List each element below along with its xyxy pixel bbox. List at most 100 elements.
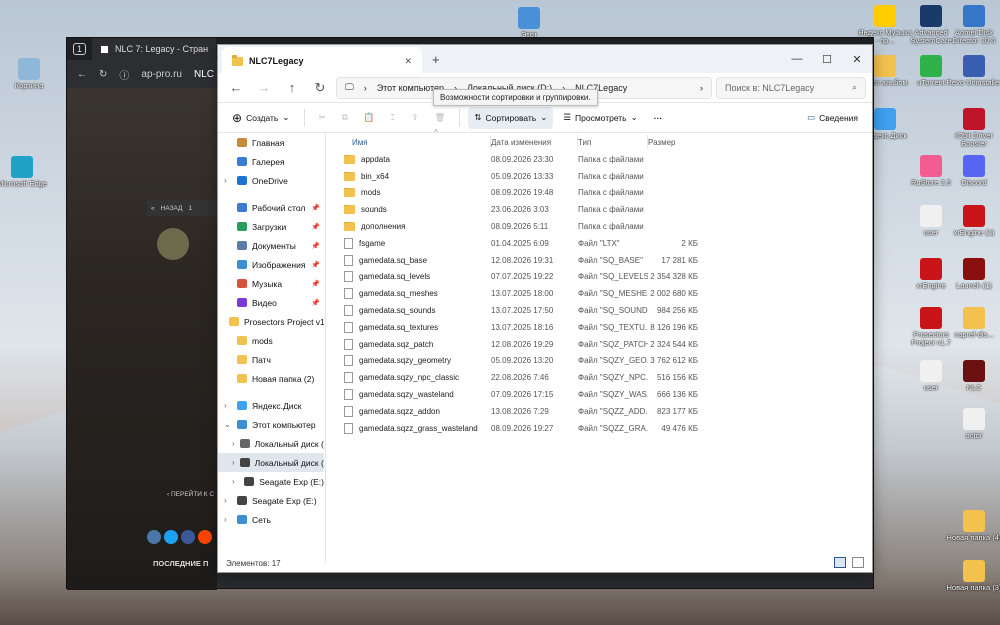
- desktop-icon[interactable]: Корзина: [0, 58, 58, 90]
- details-view-icon[interactable]: [833, 556, 846, 568]
- file-row[interactable]: sounds 23.06.2026 3:03 Папка с файлами: [336, 201, 872, 218]
- file-row[interactable]: gamedata.sqzy_wasteland 07.09.2026 17:15 Ф…: [336, 386, 872, 403]
- up-arrow-icon[interactable]: ↑: [280, 77, 304, 99]
- sidebar-item[interactable]: Видео 📌: [218, 293, 324, 312]
- desktop-icon[interactable]: Новая папка (4): [945, 510, 1000, 542]
- sidebar-item[interactable]: › Сеть: [218, 510, 324, 529]
- column-date[interactable]: Дата изменения: [491, 135, 578, 149]
- sidebar-item[interactable]: Документы 📌: [218, 236, 324, 255]
- sidebar-item[interactable]: › Seagate Exp (E:): [218, 491, 324, 510]
- desktop-icon[interactable]: Этот: [500, 7, 558, 39]
- sidebar-item[interactable]: › Seagate Exp (E:): [218, 472, 324, 491]
- first-page-icon[interactable]: «: [151, 205, 155, 212]
- sidebar-item[interactable]: Патч: [218, 350, 324, 369]
- file-row[interactable]: gamedata.sqz_patch 12.08.2026 19:29 Файл "…: [336, 336, 872, 353]
- file-row[interactable]: gamedata.sqzz_grass_wasteland 08.09.2026 …: [336, 420, 872, 437]
- file-row[interactable]: fsgame 01.04.2025 6:09 Файл "LTX" 2 КБ: [336, 235, 872, 252]
- column-type[interactable]: Тип: [578, 135, 648, 149]
- file-row[interactable]: bin_x64 05.09.2026 13:33 Папка с файлами: [336, 168, 872, 185]
- desktop-icon[interactable]: actor: [945, 408, 1000, 440]
- minimize-icon[interactable]: —: [782, 53, 812, 65]
- chevron-icon[interactable]: ›: [224, 401, 232, 410]
- file-row[interactable]: gamedata.sqzy_npc_classic 22.08.2026 7:46…: [336, 369, 872, 386]
- sidebar-item[interactable]: Главная: [218, 133, 324, 152]
- desktop-icon[interactable]: Launch (1): [945, 258, 1000, 290]
- cut-button[interactable]: ✂: [313, 107, 332, 129]
- url-text[interactable]: ap-pro.ru: [141, 69, 182, 80]
- refresh-icon[interactable]: ↻: [308, 77, 332, 99]
- reddit-icon[interactable]: [198, 530, 212, 544]
- page-number[interactable]: 1: [188, 205, 192, 212]
- sidebar-item[interactable]: Изображения 📌: [218, 255, 324, 274]
- details-button[interactable]: ▭ Сведения: [801, 107, 864, 129]
- file-row[interactable]: gamedata.sq_textures 13.07.2025 18:16 Файл…: [336, 319, 872, 336]
- desktop-icon[interactable]: Aomei Disk Director 10.0: [945, 5, 1000, 46]
- chevron-icon[interactable]: ›: [232, 439, 235, 448]
- search-input[interactable]: Поиск в: NLC7Legacy ⌕: [716, 76, 866, 99]
- chevron-icon[interactable]: ›: [232, 458, 235, 467]
- close-tab-icon[interactable]: ✕: [404, 56, 412, 67]
- sidebar-item[interactable]: › Локальный диск (D:): [218, 453, 324, 472]
- desktop-icon[interactable]: capref-dis...: [945, 307, 1000, 339]
- desktop-icon[interactable]: IObit Driver Booster: [945, 108, 1000, 149]
- pane-divider[interactable]: [325, 133, 326, 563]
- more-options-button[interactable]: ···: [648, 107, 669, 129]
- explorer-tab[interactable]: NLC7Legacy ✕: [222, 47, 422, 75]
- desktop-icon[interactable]: Новая папка (3): [945, 560, 1000, 592]
- desktop-icon[interactable]: NLC: [945, 360, 1000, 392]
- desktop-icon[interactable]: Revo Uninstaller: [945, 55, 1000, 87]
- paste-button[interactable]: 📋: [358, 107, 381, 129]
- share-button[interactable]: ⇪: [405, 107, 424, 129]
- chevron-icon[interactable]: ›: [224, 515, 232, 524]
- column-size[interactable]: Размер: [648, 135, 700, 149]
- file-row[interactable]: appdata 08.09.2026 23:30 Папка с файлами: [336, 151, 872, 168]
- sort-button[interactable]: ⇅ Сортировать ⌄: [468, 106, 554, 129]
- file-row[interactable]: gamedata.sq_levels 07.07.2025 19:22 Файл "…: [336, 269, 872, 286]
- file-row[interactable]: gamedata.sqzz_addon 13.08.2026 7:29 Файл "…: [336, 403, 872, 420]
- twitter-icon[interactable]: [164, 530, 178, 544]
- rename-button[interactable]: ⌶: [384, 107, 401, 129]
- forward-arrow-icon[interactable]: →: [252, 77, 276, 99]
- site-info-icon[interactable]: ⓘ: [119, 67, 129, 82]
- facebook-icon[interactable]: [181, 530, 195, 544]
- new-tab-icon[interactable]: +: [432, 52, 440, 67]
- create-button[interactable]: ⊕ Создать ⌄: [226, 107, 296, 129]
- sidebar-item[interactable]: ⌄ Этот компьютер: [218, 415, 324, 434]
- sidebar-item[interactable]: Загрузки 📌: [218, 217, 324, 236]
- sidebar-item[interactable]: Музыка 📌: [218, 274, 324, 293]
- file-row[interactable]: gamedata.sq_meshes 13.07.2025 18:00 Файл "…: [336, 285, 872, 302]
- file-row[interactable]: mods 08.09.2026 19:48 Папка с файлами: [336, 185, 872, 202]
- file-row[interactable]: дополнения 08.09.2026 5:11 Папка с файлами: [336, 218, 872, 235]
- delete-button[interactable]: 🗑: [429, 107, 452, 129]
- sidebar-item[interactable]: Рабочий стол 📌: [218, 198, 324, 217]
- back-link[interactable]: НАЗАД: [161, 205, 183, 212]
- desktop-icon[interactable]: xrEngine (1): [945, 205, 1000, 237]
- desktop-icon[interactable]: Discord: [945, 155, 1000, 187]
- browser-tab-counter[interactable]: 1: [67, 38, 93, 60]
- view-button[interactable]: ☰ Просмотреть ⌄: [557, 107, 643, 129]
- desktop-icon[interactable]: Microsoft Edge: [0, 156, 51, 188]
- browser-tab[interactable]: NLC 7: Legacy - Стран: [92, 38, 217, 60]
- sidebar-item[interactable]: › Локальный диск (C:): [218, 434, 324, 453]
- sidebar-item[interactable]: mods: [218, 331, 324, 350]
- sidebar-item[interactable]: › OneDrive: [218, 171, 324, 190]
- back-arrow-icon[interactable]: ←: [224, 77, 248, 99]
- copy-button[interactable]: ⧉: [336, 107, 354, 129]
- sidebar-item[interactable]: Новая папка (2): [218, 369, 324, 388]
- chevron-icon[interactable]: ›: [232, 477, 239, 486]
- file-row[interactable]: gamedata.sq_base 12.08.2026 19:31 Файл "SQ…: [336, 252, 872, 269]
- chevron-icon[interactable]: ›: [224, 496, 232, 505]
- reload-icon[interactable]: ↻: [99, 69, 107, 80]
- chevron-icon[interactable]: ⌄: [224, 420, 232, 429]
- file-row[interactable]: gamedata.sqzy_geometry 05.09.2026 13:20 Фа…: [336, 353, 872, 370]
- column-name[interactable]: Имя: [336, 135, 491, 149]
- file-row[interactable]: gamedata.sq_sounds 13.07.2025 17:50 Файл "…: [336, 302, 872, 319]
- prev-topic-link[interactable]: ‹ ПЕРЕЙТИ К С: [167, 491, 214, 498]
- vk-icon[interactable]: [147, 530, 161, 544]
- avatar[interactable]: [157, 228, 189, 260]
- tiles-view-icon[interactable]: [852, 556, 864, 568]
- sidebar-item[interactable]: Prosectors Project v1.7: [218, 312, 324, 331]
- maximize-icon[interactable]: ☐: [812, 53, 842, 66]
- back-icon[interactable]: ←: [77, 69, 87, 80]
- sidebar-item[interactable]: Галерея: [218, 152, 324, 171]
